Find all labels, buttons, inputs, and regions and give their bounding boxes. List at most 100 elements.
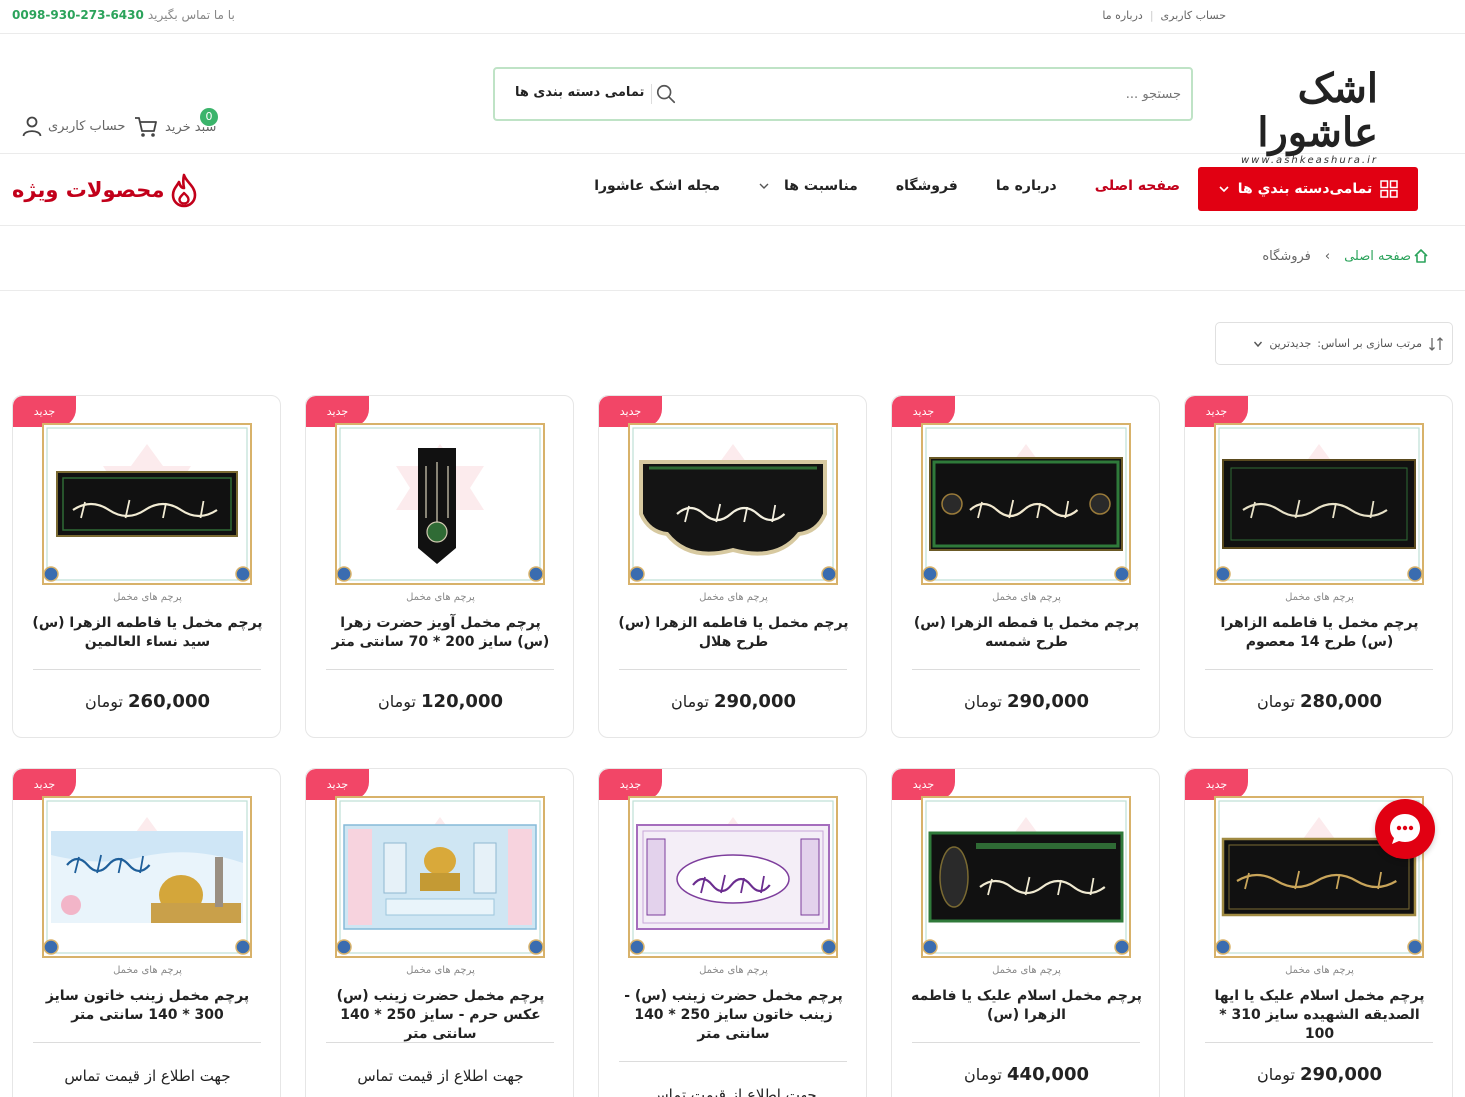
nav-links: صفحه اصلی درباره ما فروشگاه مناسبت ها مج… <box>594 178 1180 194</box>
nav-item-home[interactable]: صفحه اصلی <box>1095 178 1180 194</box>
product-image[interactable] <box>1213 422 1425 586</box>
product-category[interactable]: پرچم های مخمل <box>599 965 866 976</box>
product-price: 120,000 تومان <box>306 691 573 712</box>
card-divider <box>912 1042 1140 1043</box>
card-divider <box>1205 669 1433 670</box>
breadcrumb-separator-icon: › <box>1324 248 1331 264</box>
product-category[interactable]: پرچم های مخمل <box>1185 965 1452 976</box>
special-products-link[interactable]: محصولات ویژه <box>12 172 202 208</box>
product-image[interactable] <box>627 422 839 586</box>
product-image[interactable] <box>41 422 253 586</box>
breadcrumb-home-label: صفحه اصلی <box>1344 248 1411 264</box>
nav-item-magazine[interactable]: مجله اشک عاشورا <box>594 178 720 194</box>
top-link-separator: | <box>1149 9 1154 22</box>
card-divider <box>619 1061 847 1062</box>
top-about-link[interactable]: درباره ما <box>1095 9 1149 22</box>
product-card[interactable]: جدید پرچم های مخمل پرچم مخمل یا فاطمه ال… <box>1184 395 1453 738</box>
card-divider <box>326 1042 554 1043</box>
price-value: 260,000 <box>128 691 210 712</box>
price-value: 440,000 <box>1007 1064 1089 1085</box>
product-category[interactable]: پرچم های مخمل <box>13 592 280 603</box>
product-title[interactable]: پرچم مخمل اسلام علیک یا فاطمه الزهرا (س) <box>910 987 1143 1025</box>
product-image[interactable] <box>627 795 839 959</box>
product-image[interactable] <box>920 795 1132 959</box>
chat-button[interactable] <box>1375 799 1435 859</box>
product-image[interactable] <box>41 795 253 959</box>
site-logo[interactable]: اشک عاشورا www.ashkeashura.ir <box>1206 67 1379 167</box>
product-category[interactable]: پرچم های مخمل <box>892 965 1159 976</box>
price-currency: تومان <box>378 692 416 711</box>
search-divider <box>651 84 652 104</box>
card-divider <box>33 669 261 670</box>
product-category[interactable]: پرچم های مخمل <box>1185 592 1452 603</box>
phone-number[interactable]: 0098-930-273-6430 <box>12 8 144 22</box>
nav-item-occasions[interactable]: مناسبت ها <box>758 178 858 194</box>
main-nav: تمامی‌دسته بندي ها صفحه اصلی درباره ما ف… <box>0 154 1465 226</box>
product-card[interactable]: جدید پرچم های مخمل پرچم مخمل یا فاطمه ال… <box>598 395 867 738</box>
sort-label: مرتب سازی بر اساس: <box>1317 337 1422 350</box>
product-price: 440,000 تومان <box>892 1064 1159 1085</box>
product-title[interactable]: پرچم مخمل یا فاطمه الزهرا (س) سید نساء ا… <box>31 614 264 652</box>
nav-item-about[interactable]: درباره ما <box>996 178 1057 194</box>
nav-item-shop[interactable]: فروشگاه <box>896 178 958 194</box>
chevron-down-icon <box>759 183 769 189</box>
product-title[interactable]: پرچم مخمل حضرت زینب (س) عکس حرم - سایز 2… <box>324 987 557 1044</box>
product-title[interactable]: پرچم مخمل یا فمطه الزهرا (س) طرح شمسه <box>910 614 1143 652</box>
product-card[interactable]: جدید پرچم های مخمل پرچم مخمل اسلام علیک … <box>891 768 1160 1097</box>
product-image[interactable] <box>920 422 1132 586</box>
price-currency: تومان <box>964 1065 1002 1084</box>
nav-item-occasions-label: مناسبت ها <box>784 178 858 194</box>
cart-count-badge: 0 <box>200 108 218 126</box>
site-header: اشک عاشورا www.ashkeashura.ir تمامی دسته… <box>0 34 1465 167</box>
product-card[interactable]: جدید پرچم های مخمل پرچم مخمل حضرت زینب (… <box>598 768 867 1097</box>
product-title[interactable]: پرچم مخمل زینب خاتون سایز 300 * 140 سانت… <box>31 987 264 1025</box>
product-title[interactable]: پرچم مخمل یا فاطمه الزهرا (س) طرح هلال <box>617 614 850 652</box>
top-contact: 0098-930-273-6430 با ما تماس بگیرید <box>12 8 235 22</box>
product-category[interactable]: پرچم های مخمل <box>892 592 1159 603</box>
product-title[interactable]: پرچم مخمل یا فاطمه الزاهرا (س) طرح 14 مع… <box>1203 614 1436 652</box>
product-card[interactable]: جدید پرچم های مخمل پرچم مخمل آویز حضرت ز… <box>305 395 574 738</box>
chevron-down-icon <box>1219 186 1229 193</box>
logo-text: اشک عاشورا <box>1257 65 1379 156</box>
account-label: حساب کاربری <box>48 118 126 134</box>
search-icon[interactable] <box>655 83 677 105</box>
product-category[interactable]: پرچم های مخمل <box>306 592 573 603</box>
grid-icon <box>1380 180 1398 198</box>
product-price: 290,000 تومان <box>1185 1064 1452 1085</box>
product-image[interactable] <box>334 422 546 586</box>
product-title[interactable]: پرچم مخمل حضرت زینب (س) - زینب خاتون سای… <box>617 987 850 1044</box>
product-card[interactable]: جدید پرچم های مخمل پرچم مخمل یا فمطه الز… <box>891 395 1160 738</box>
price-currency: تومان <box>1257 1065 1295 1084</box>
card-divider <box>912 669 1140 670</box>
breadcrumb-home[interactable]: صفحه اصلی <box>1344 248 1429 264</box>
divider <box>0 290 1465 291</box>
product-title[interactable]: پرچم مخمل آویز حضرت زهرا (س) سایز 200 * … <box>324 614 557 652</box>
product-category[interactable]: پرچم های مخمل <box>13 965 280 976</box>
product-price: 290,000 تومان <box>892 691 1159 712</box>
price-value: 290,000 <box>714 691 796 712</box>
contact-for-price: جهت اطلاع از قیمت تماس <box>357 1067 524 1085</box>
top-account-link[interactable]: حساب کاربری <box>1154 9 1233 22</box>
chevron-down-icon <box>1254 341 1263 347</box>
special-products-label: محصولات ویژه <box>12 178 165 202</box>
product-card[interactable]: جدید پرچم های مخمل پرچم مخمل حضرت زینب (… <box>305 768 574 1097</box>
product-title[interactable]: پرچم مخمل اسلام علیک یا ایها الصدیقه الش… <box>1203 987 1436 1044</box>
sort-dropdown[interactable]: مرتب سازی بر اساس: جدیدترین <box>1215 322 1453 365</box>
price-value: 280,000 <box>1300 691 1382 712</box>
search-input[interactable] <box>681 69 1191 119</box>
account-button[interactable]: حساب کاربری <box>20 114 125 138</box>
product-category[interactable]: پرچم های مخمل <box>306 965 573 976</box>
product-price: 280,000 تومان <box>1185 691 1452 712</box>
price-value: 290,000 <box>1300 1064 1382 1085</box>
product-card[interactable]: جدید پرچم های مخمل پرچم مخمل یا فاطمه ال… <box>12 395 281 738</box>
card-divider <box>33 1042 261 1043</box>
breadcrumb-current: فروشگاه <box>1262 248 1311 264</box>
search-category-select[interactable]: تمامی دسته بندی ها <box>515 85 644 100</box>
product-category[interactable]: پرچم های مخمل <box>599 592 866 603</box>
product-card[interactable]: جدید پرچم های مخمل پرچم مخمل زینب خاتون … <box>12 768 281 1097</box>
product-image[interactable] <box>334 795 546 959</box>
contact-text: با ما تماس بگیرید <box>147 8 235 22</box>
all-categories-button[interactable]: تمامی‌دسته بندي ها <box>1198 167 1418 211</box>
product-price: 260,000 تومان <box>13 691 280 712</box>
flame-icon <box>172 173 197 208</box>
